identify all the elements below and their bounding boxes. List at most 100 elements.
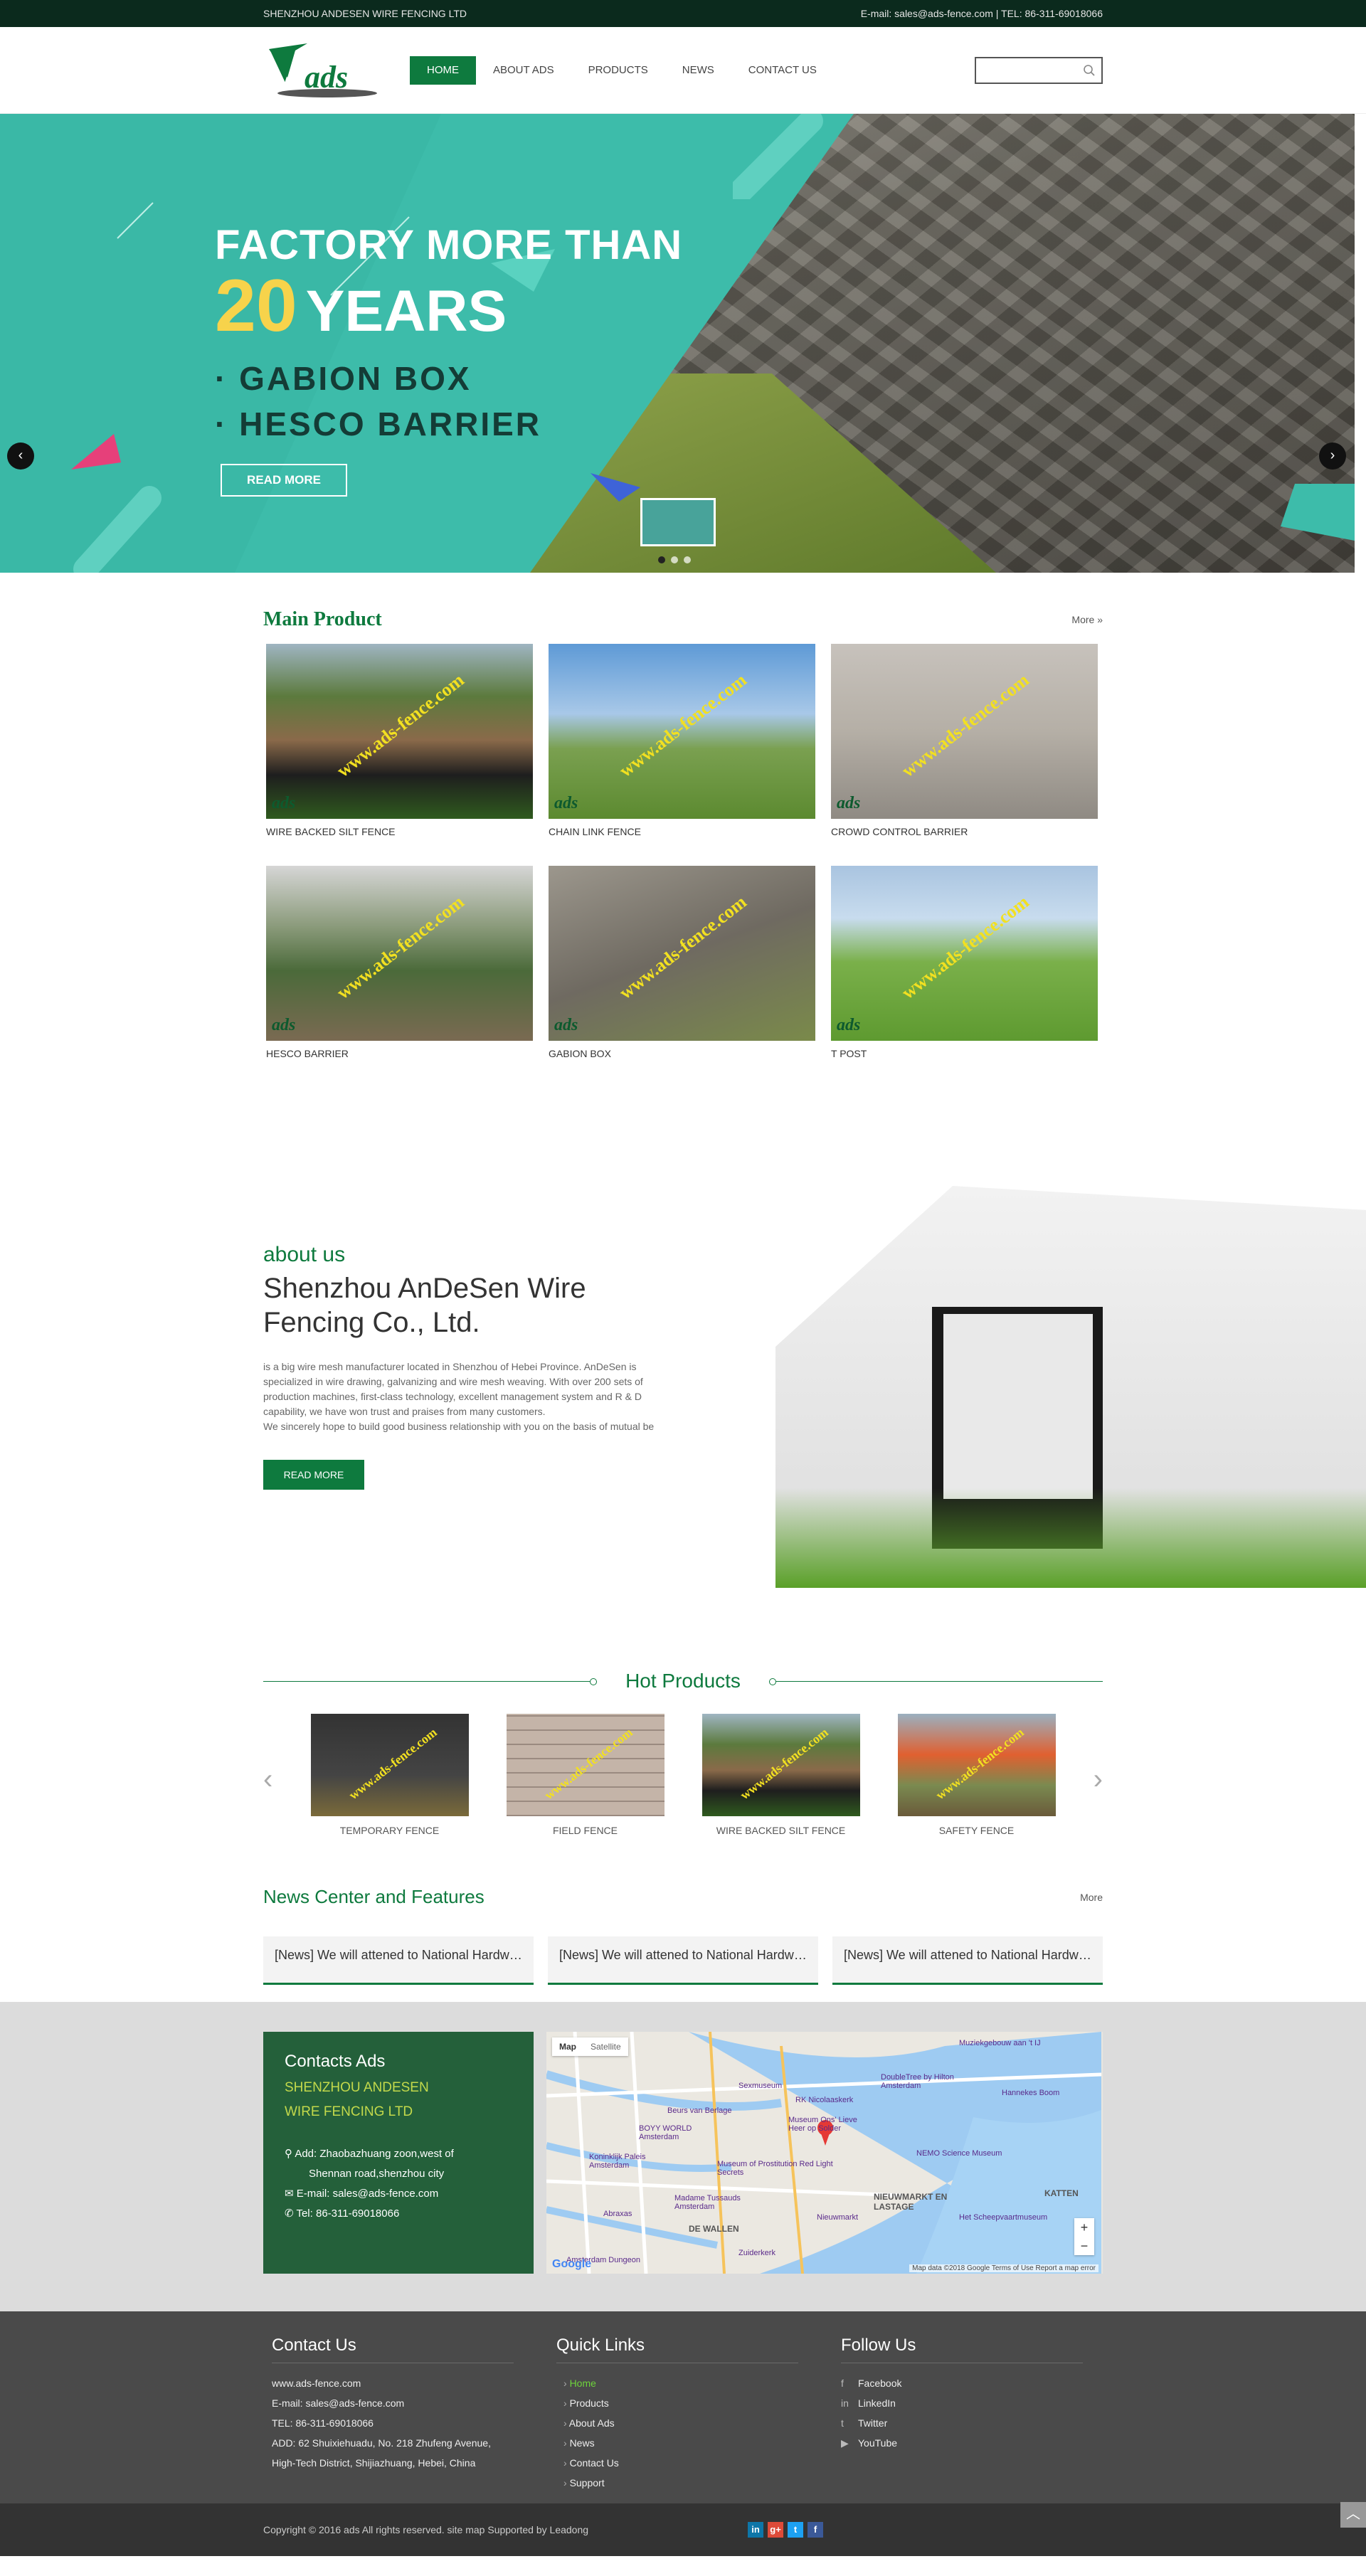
banner-dot-3[interactable]: [684, 556, 691, 563]
product-card[interactable]: www.ads-fence.com ads T POST: [831, 866, 1098, 1072]
product-image[interactable]: www.ads-fence.com ads: [831, 866, 1098, 1041]
hot-product-label[interactable]: TEMPORARY FENCE: [311, 1825, 469, 1836]
footer-link-products[interactable]: Products: [556, 2393, 804, 2413]
hot-product-label[interactable]: FIELD FENCE: [507, 1825, 665, 1836]
product-image[interactable]: www.ads-fence.com ads: [831, 644, 1098, 819]
hot-product-item[interactable]: www.ads-fence.com SAFETY FENCE: [897, 1714, 1056, 1836]
map-label: Museum of Prostitution Red Light Secrets: [717, 2160, 833, 2177]
product-card[interactable]: www.ads-fence.com ads CROWD CONTROL BARR…: [831, 644, 1098, 850]
top-bar: SHENZHOU ANDESEN WIRE FENCING LTD E-mail…: [0, 0, 1366, 27]
banner-thumbnail[interactable]: [640, 498, 716, 546]
nav-about-ads[interactable]: ABOUT ADS: [476, 56, 571, 85]
about-read-more-button[interactable]: READ MORE: [263, 1460, 364, 1490]
main-product-section: Main Product More » www.ads-fence.com ad…: [263, 608, 1103, 1072]
zoom-out-icon[interactable]: −: [1074, 2237, 1094, 2255]
twitter-icon: t: [841, 2417, 844, 2429]
footer-contact-row: ADD: 62 Shuixiehuadu, No. 218 Zhufeng Av…: [272, 2437, 491, 2449]
map-label: Muziekgebouw aan 't IJ: [959, 2039, 1041, 2047]
banner-read-more-button[interactable]: READ MORE: [221, 464, 347, 497]
hot-product-item[interactable]: www.ads-fence.com TEMPORARY FENCE: [310, 1714, 469, 1836]
footer-link-contact[interactable]: Contact Us: [556, 2453, 804, 2473]
contact-address: ⚲ Add: Zhaobazhuang zoon,west of: [285, 2148, 454, 2160]
footer-social-facebook[interactable]: f Facebook: [841, 2373, 1089, 2393]
footer-contact-row: High-Tech District, Shijiazhuang, Hebei,…: [272, 2457, 476, 2469]
product-label[interactable]: HESCO BARRIER: [266, 1048, 533, 1072]
product-label[interactable]: GABION BOX: [549, 1048, 815, 1072]
map-label: NEMO Science Museum: [916, 2149, 1002, 2158]
map-tab-map[interactable]: Map: [552, 2037, 583, 2056]
footer-link-home[interactable]: Home: [556, 2373, 804, 2393]
news-more-link[interactable]: More: [1080, 1892, 1103, 1903]
footer-link-news[interactable]: News: [556, 2433, 804, 2453]
news-item[interactable]: [News] We will attened to National Hardw…: [263, 1936, 534, 1985]
location-icon: ⚲: [285, 2148, 295, 2160]
footer-social-linkedin[interactable]: in LinkedIn: [841, 2393, 1089, 2413]
banner-prev-arrow-icon[interactable]: ‹: [7, 442, 34, 470]
product-card[interactable]: www.ads-fence.com ads HESCO BARRIER: [266, 866, 533, 1072]
google-map[interactable]: Map Satellite Sexmuseum Beurs van Berlag…: [546, 2032, 1103, 2274]
footer-contact-row[interactable]: E-mail: sales@ads-fence.com: [272, 2393, 519, 2413]
nav-products[interactable]: PRODUCTS: [571, 56, 665, 85]
footer: Contact Us www.ads-fence.com E-mail: sal…: [0, 2311, 1366, 2503]
logo[interactable]: ads: [263, 35, 384, 106]
nav-contact-us[interactable]: CONTACT US: [731, 56, 834, 85]
news-item[interactable]: [News] We will attened to National Hardw…: [832, 1936, 1103, 1985]
footer-contact: Contact Us www.ads-fence.com E-mail: sal…: [263, 2336, 519, 2493]
product-image[interactable]: www.ads-fence.com ads: [266, 644, 533, 819]
product-card[interactable]: www.ads-fence.com ads WIRE BACKED SILT F…: [266, 644, 533, 850]
product-label[interactable]: CROWD CONTROL BARRIER: [831, 826, 1098, 850]
banner-next-arrow-icon[interactable]: ›: [1319, 442, 1346, 470]
footer-quick-links: Quick Links Home Products About Ads News…: [548, 2336, 804, 2493]
hot-product-image[interactable]: www.ads-fence.com: [310, 1714, 469, 1816]
footer-social-twitter[interactable]: t Twitter: [841, 2413, 1089, 2433]
banner-dot-2[interactable]: [671, 556, 678, 563]
footer-link-support[interactable]: Support: [556, 2473, 804, 2493]
footer-contact-row[interactable]: www.ads-fence.com: [272, 2373, 519, 2393]
facebook-icon[interactable]: f: [808, 2522, 824, 2538]
linkedin-icon[interactable]: in: [748, 2522, 764, 2538]
search-input[interactable]: [983, 60, 1083, 81]
product-card[interactable]: www.ads-fence.com ads GABION BOX: [549, 866, 815, 1072]
map-label: Zuiderkerk: [738, 2249, 775, 2257]
contact-tel: ✆ Tel: 86-311-69018066: [285, 2207, 400, 2220]
twitter-icon[interactable]: t: [788, 2522, 804, 2538]
contact-box-title: Contacts Ads: [285, 2052, 386, 2071]
news-item[interactable]: [News] We will attened to National Hardw…: [548, 1936, 818, 1985]
product-image[interactable]: www.ads-fence.com ads: [266, 866, 533, 1041]
map-attribution[interactable]: Map data ©2018 Google Terms of Use Repor…: [909, 2264, 1098, 2272]
hot-product-label[interactable]: SAFETY FENCE: [898, 1825, 1056, 1836]
hot-product-image[interactable]: www.ads-fence.com: [701, 1714, 860, 1816]
google-plus-icon[interactable]: g+: [768, 2522, 784, 2538]
contact-email[interactable]: ✉ E-mail: sales@ads-fence.com: [285, 2184, 512, 2204]
hot-product-item[interactable]: www.ads-fence.com FIELD FENCE: [506, 1714, 665, 1836]
nav-home[interactable]: HOME: [410, 56, 476, 85]
hot-product-image[interactable]: www.ads-fence.com: [506, 1714, 665, 1816]
facebook-icon: f: [841, 2378, 844, 2389]
hot-next-arrow-icon[interactable]: ›: [1094, 1764, 1103, 1796]
product-label[interactable]: WIRE BACKED SILT FENCE: [266, 826, 533, 850]
hot-prev-arrow-icon[interactable]: ‹: [263, 1764, 272, 1796]
hot-product-label[interactable]: WIRE BACKED SILT FENCE: [702, 1825, 860, 1836]
footer-quick-links-title: Quick Links: [556, 2336, 798, 2363]
product-label[interactable]: CHAIN LINK FENCE: [549, 826, 815, 850]
product-image[interactable]: www.ads-fence.com ads: [549, 644, 815, 819]
product-image[interactable]: www.ads-fence.com ads: [549, 866, 815, 1041]
top-contact: E-mail: sales@ads-fence.com | TEL: 86-31…: [860, 8, 1103, 19]
about-label: about us: [263, 1243, 346, 1266]
hot-product-image[interactable]: www.ads-fence.com: [897, 1714, 1056, 1816]
hot-product-item[interactable]: www.ads-fence.com WIRE BACKED SILT FENCE: [701, 1714, 860, 1836]
map-tab-satellite[interactable]: Satellite: [583, 2037, 628, 2056]
news-header: News Center and Features More: [263, 1886, 1103, 1908]
footer-social-youtube[interactable]: ▶ YouTube: [841, 2433, 1089, 2453]
product-card[interactable]: www.ads-fence.com ads CHAIN LINK FENCE: [549, 644, 815, 850]
map-zoom-control: + −: [1074, 2218, 1094, 2255]
footer-follow: Follow Us f Facebook in LinkedIn t Twitter …: [832, 2336, 1089, 2493]
banner-dot-1[interactable]: [658, 556, 665, 563]
main-product-more-link[interactable]: More »: [1071, 614, 1103, 625]
back-to-top-icon[interactable]: ︿: [1340, 2502, 1366, 2528]
footer-link-about[interactable]: About Ads: [556, 2413, 804, 2433]
product-label[interactable]: T POST: [831, 1048, 1098, 1072]
nav-news[interactable]: NEWS: [665, 56, 731, 85]
search-icon[interactable]: [1083, 64, 1096, 77]
zoom-in-icon[interactable]: +: [1074, 2218, 1094, 2237]
